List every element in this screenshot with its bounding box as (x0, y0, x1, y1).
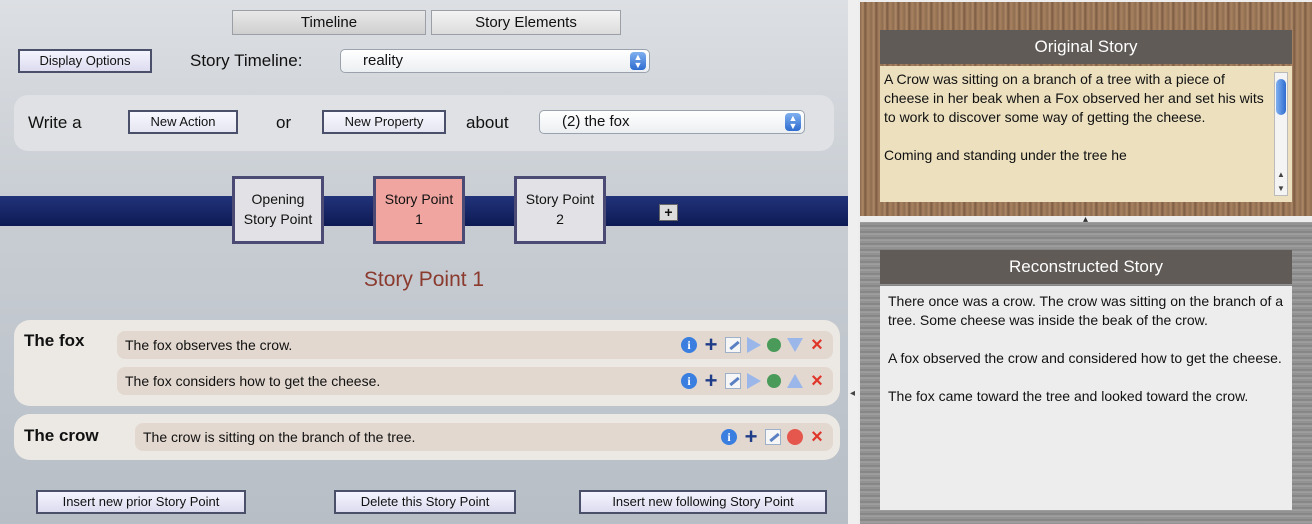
tab-timeline[interactable]: Timeline (232, 10, 426, 35)
story-timeline-select[interactable]: reality ▲ ▼ (340, 49, 650, 73)
delete-story-point-button[interactable]: Delete this Story Point (334, 490, 516, 514)
character-name: The crow (24, 426, 99, 445)
select-arrows-icon: ▲ ▼ (785, 113, 801, 131)
edit-icon[interactable] (765, 429, 781, 445)
character-group-crow: The crow The crow is sitting on the bran… (14, 414, 840, 460)
action-row[interactable]: The fox considers how to get the cheese.… (117, 367, 833, 395)
character-name: The fox (24, 331, 85, 350)
insert-following-story-point-button[interactable]: Insert new following Story Point (579, 490, 827, 514)
about-character-select[interactable]: (2) the fox ▲ ▼ (539, 110, 805, 134)
play-icon[interactable] (747, 373, 761, 389)
select-arrows-icon: ▲ ▼ (630, 52, 646, 70)
info-icon[interactable]: i (681, 337, 697, 353)
about-label: about (466, 113, 509, 132)
character-group-fox: The fox The fox observes the crow. i + ×… (14, 320, 840, 406)
write-a-label: Write a (28, 113, 82, 132)
story-pane: Original Story A Crow was sitting on a b… (858, 0, 1312, 524)
original-story-scrollbar[interactable]: ▲ ▼ (1274, 72, 1288, 196)
info-icon[interactable]: i (721, 429, 737, 445)
story-point-2[interactable]: Story Point 2 (514, 176, 606, 244)
story-paragraph: The fox came toward the tree and looked … (888, 388, 1249, 404)
plus-icon[interactable]: + (743, 426, 759, 448)
action-text: The fox observes the crow. (125, 337, 293, 353)
story-paragraph: A fox observed the crow and considered h… (888, 350, 1282, 366)
insert-prior-story-point-button[interactable]: Insert new prior Story Point (36, 490, 246, 514)
story-paragraph: Coming and standing under the tree he (884, 147, 1127, 163)
delete-icon[interactable]: × (809, 335, 825, 355)
timeline-pane: Timeline Story Elements Display Options … (0, 0, 848, 524)
delete-icon[interactable]: × (809, 371, 825, 391)
story-point-label-line1: Opening (251, 191, 305, 207)
play-icon[interactable] (747, 337, 761, 353)
tab-story-elements[interactable]: Story Elements (431, 10, 621, 35)
story-point-label-line2: Story Point (243, 211, 313, 227)
story-point-label-line2: 1 (415, 211, 423, 227)
story-paragraph: A Crow was sitting on a branch of a tree… (884, 71, 1264, 125)
divider-grip-icon[interactable]: ◂ (850, 388, 855, 399)
action-text: The crow is sitting on the branch of the… (143, 429, 416, 445)
original-story-title: Original Story (880, 30, 1292, 64)
story-point-label-line1: Story Point (525, 191, 595, 207)
info-icon[interactable]: i (681, 373, 697, 389)
original-story-text: A Crow was sitting on a branch of a tree… (880, 66, 1292, 202)
green-dot-icon[interactable] (767, 374, 781, 388)
story-point-opening[interactable]: Opening Story Point (232, 176, 324, 244)
story-paragraph: There once was a crow. The crow was sitt… (888, 293, 1284, 328)
move-down-icon[interactable] (787, 338, 803, 352)
new-property-button[interactable]: New Property (322, 110, 446, 134)
about-character-value: (2) the fox (562, 113, 630, 130)
reconstructed-story-text: There once was a crow. The crow was sitt… (880, 286, 1292, 510)
new-action-button[interactable]: New Action (128, 110, 238, 134)
action-row[interactable]: The crow is sitting on the branch of the… (135, 423, 833, 451)
pane-divider[interactable]: ◂ (848, 0, 858, 524)
action-text: The fox considers how to get the cheese. (125, 373, 381, 389)
story-point-label-line2: 2 (556, 211, 564, 227)
plus-icon[interactable]: + (703, 334, 719, 356)
action-row[interactable]: The fox observes the crow. i + × (117, 331, 833, 359)
or-label: or (276, 113, 292, 132)
scroll-down-icon[interactable]: ▼ (1277, 179, 1285, 198)
delete-icon[interactable]: × (809, 427, 825, 447)
move-up-icon[interactable] (787, 374, 803, 388)
display-options-button[interactable]: Display Options (18, 49, 152, 73)
edit-icon[interactable] (725, 337, 741, 353)
story-timeline-value: reality (363, 52, 404, 69)
story-point-1[interactable]: Story Point 1 (373, 176, 465, 244)
reconstructed-story-title: Reconstructed Story (880, 250, 1292, 284)
story-timeline-label: Story Timeline: (190, 51, 303, 70)
current-story-point-title: Story Point 1 (363, 268, 485, 291)
edit-icon[interactable] (725, 373, 741, 389)
red-dot-icon[interactable] (787, 429, 803, 445)
green-dot-icon[interactable] (767, 338, 781, 352)
add-story-point-button[interactable]: + (659, 204, 678, 221)
plus-icon[interactable]: + (703, 370, 719, 392)
story-point-label-line1: Story Point (384, 191, 454, 207)
scrollbar-thumb[interactable] (1276, 79, 1286, 115)
